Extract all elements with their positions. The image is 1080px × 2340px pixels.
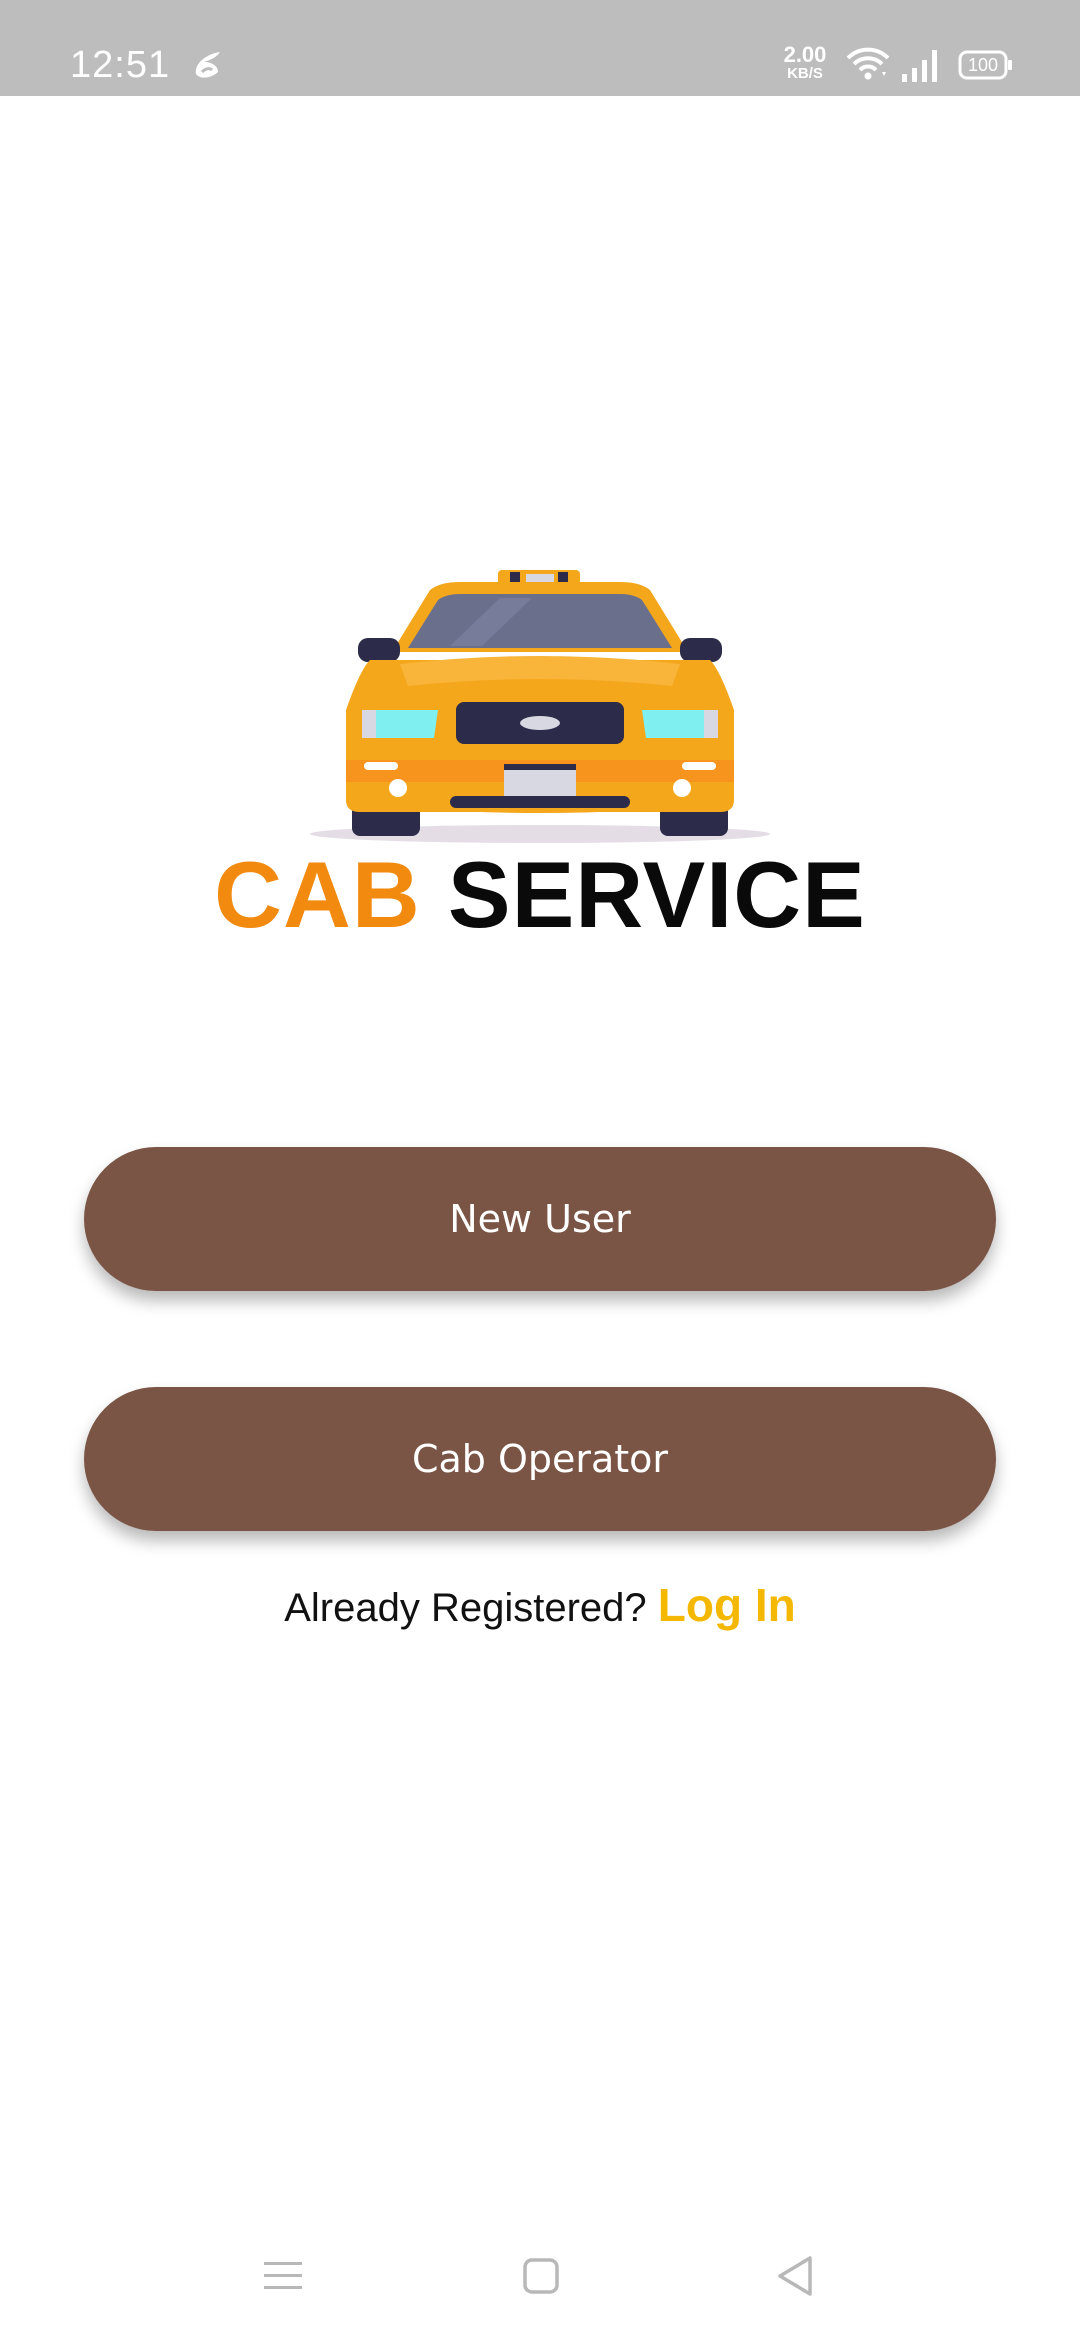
menu-icon[interactable] xyxy=(264,2256,302,2296)
app-notification-icon xyxy=(195,52,220,78)
back-icon[interactable] xyxy=(776,2254,816,2298)
home-icon[interactable] xyxy=(522,2256,560,2296)
battery-icon: 100 xyxy=(958,50,1014,80)
signal-icon xyxy=(902,50,937,82)
taxi-car-illustration xyxy=(310,570,770,843)
new-user-button[interactable]: New User xyxy=(84,1147,996,1291)
system-nav-bar xyxy=(0,2220,1080,2340)
status-time: 12:51 xyxy=(70,44,171,86)
cab-operator-button[interactable]: Cab Operator xyxy=(84,1387,996,1531)
app-title-service: SERVICE xyxy=(447,842,866,947)
network-speed-value: 2.00 xyxy=(783,42,827,67)
login-prompt-text: Already Registered? xyxy=(284,1586,658,1630)
app-title: CAB SERVICE xyxy=(0,840,1080,950)
login-prompt-row: Already Registered? Log In xyxy=(0,1578,1080,1632)
login-link[interactable]: Log In xyxy=(658,1579,796,1631)
wifi-icon xyxy=(846,47,890,80)
status-bar: 12:51 2.00 KB/S 100 xyxy=(0,0,1080,96)
battery-level: 100 xyxy=(967,55,999,75)
network-speed-unit: KB/S xyxy=(787,65,823,82)
network-speed: 2.00 KB/S xyxy=(778,42,832,82)
app-title-cab: CAB xyxy=(214,842,421,947)
